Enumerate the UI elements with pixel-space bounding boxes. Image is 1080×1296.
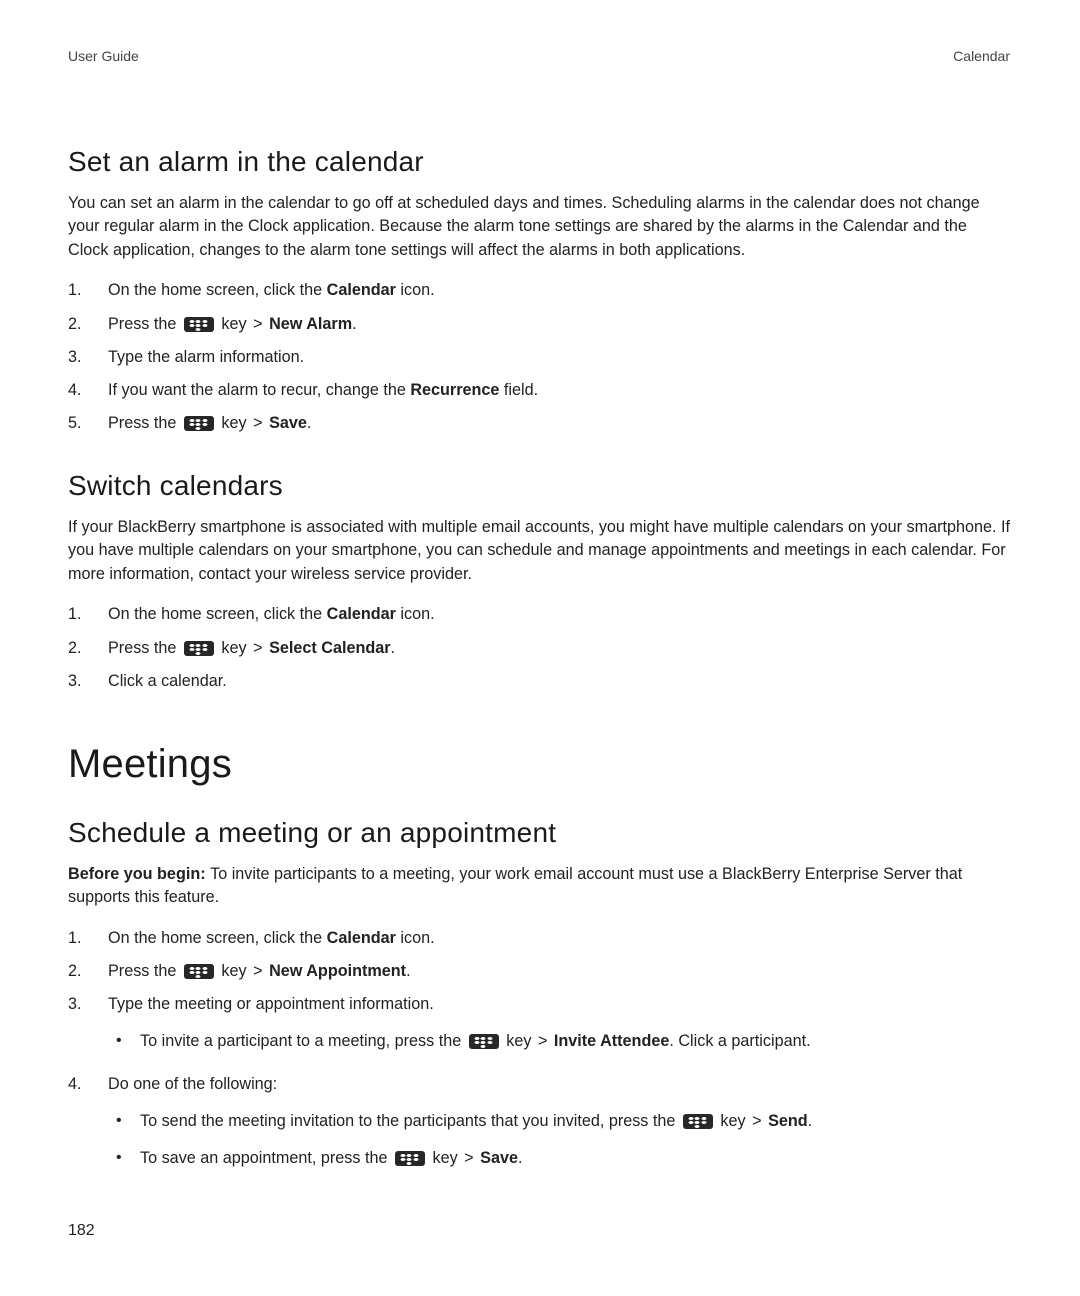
step: Press the key > Select Calendar. <box>68 634 1010 663</box>
heading-set-alarm: Set an alarm in the calendar <box>68 146 1010 178</box>
steps-switch-calendars: On the home screen, click the Calendar i… <box>68 600 1010 695</box>
blackberry-key-icon <box>184 317 214 332</box>
steps-schedule-meeting: On the home screen, click the Calendar i… <box>68 924 1010 1184</box>
substep: To invite a participant to a meeting, pr… <box>108 1027 1010 1056</box>
step: Press the key > New Appointment. <box>68 957 1010 986</box>
blackberry-key-icon <box>184 964 214 979</box>
heading-meetings: Meetings <box>68 742 1010 787</box>
step: Click a calendar. <box>68 667 1010 696</box>
header-left: User Guide <box>68 48 139 64</box>
step: On the home screen, click the Calendar i… <box>68 276 1010 305</box>
para-set-alarm: You can set an alarm in the calendar to … <box>68 192 1010 262</box>
page-number: 182 <box>68 1222 95 1240</box>
substeps: To invite a participant to a meeting, pr… <box>108 1027 1010 1056</box>
step: If you want the alarm to recur, change t… <box>68 376 1010 405</box>
steps-set-alarm: On the home screen, click the Calendar i… <box>68 276 1010 438</box>
para-switch-calendars: If your BlackBerry smartphone is associa… <box>68 516 1010 586</box>
step: Type the alarm information. <box>68 343 1010 372</box>
step: Type the meeting or appointment informat… <box>68 990 1010 1066</box>
step: Press the key > New Alarm. <box>68 310 1010 339</box>
blackberry-key-icon <box>469 1034 499 1049</box>
step: On the home screen, click the Calendar i… <box>68 924 1010 953</box>
step: Press the key > Save. <box>68 409 1010 438</box>
blackberry-key-icon <box>184 416 214 431</box>
step: On the home screen, click the Calendar i… <box>68 600 1010 629</box>
substeps: To send the meeting invitation to the pa… <box>108 1107 1010 1173</box>
para-before-you-begin: Before you begin: To invite participants… <box>68 863 1010 910</box>
header-right: Calendar <box>953 48 1010 64</box>
substep: To send the meeting invitation to the pa… <box>108 1107 1010 1136</box>
heading-switch-calendars: Switch calendars <box>68 470 1010 502</box>
blackberry-key-icon <box>395 1151 425 1166</box>
blackberry-key-icon <box>683 1114 713 1129</box>
heading-schedule-meeting: Schedule a meeting or an appointment <box>68 817 1010 849</box>
step: Do one of the following: To send the mee… <box>68 1070 1010 1183</box>
blackberry-key-icon <box>184 641 214 656</box>
substep: To save an appointment, press the key > … <box>108 1144 1010 1173</box>
